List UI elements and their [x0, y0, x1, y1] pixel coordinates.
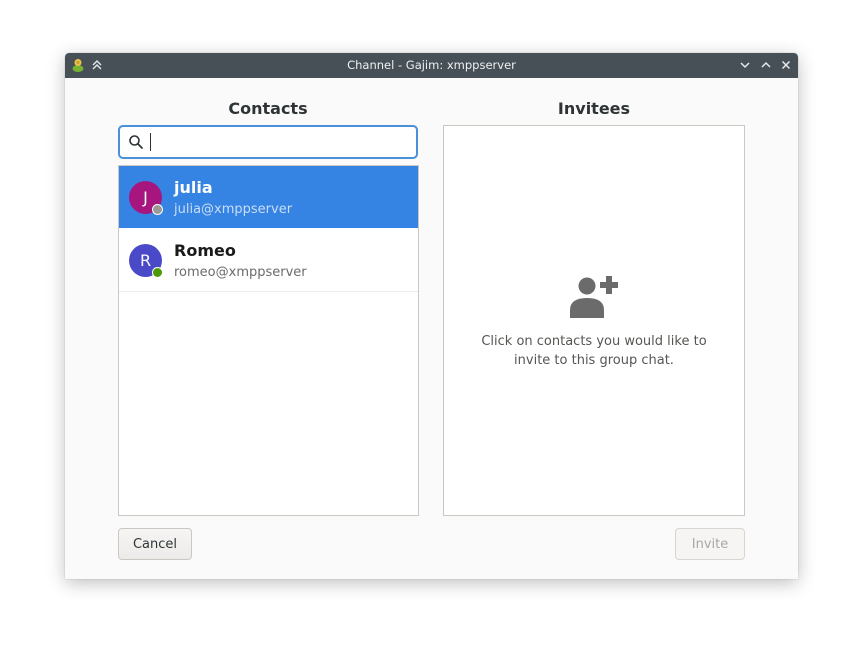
- contact-jid: romeo@xmppserver: [174, 265, 307, 280]
- contact-name: julia: [174, 178, 213, 197]
- add-user-icon: [568, 274, 620, 322]
- contact-search-field[interactable]: [118, 125, 418, 159]
- invite-button[interactable]: Invite: [675, 528, 745, 560]
- contact-name: Romeo: [174, 241, 236, 260]
- search-icon: [129, 135, 143, 149]
- contact-jid: julia@xmppserver: [174, 202, 293, 217]
- title-bar[interactable]: Channel - Gajim: xmppserver: [65, 53, 798, 78]
- search-input[interactable]: [152, 130, 406, 154]
- maximize-icon[interactable]: [758, 57, 774, 73]
- contact-row-julia[interactable]: J julia julia@xmppserver: [119, 166, 418, 228]
- cancel-button[interactable]: Cancel: [118, 528, 192, 560]
- contact-row-romeo[interactable]: R Romeo romeo@xmppserver: [119, 229, 418, 292]
- status-indicator: [152, 204, 163, 215]
- status-indicator: [152, 267, 163, 278]
- window-title: Channel - Gajim: xmppserver: [347, 58, 516, 72]
- invitees-empty-hint: Click on contacts you would like to invi…: [481, 334, 707, 368]
- text-cursor: [150, 133, 151, 151]
- invitees-heading: Invitees: [557, 99, 631, 118]
- minimize-icon[interactable]: [737, 57, 753, 73]
- contacts-heading: Contacts: [228, 99, 308, 118]
- invitees-list[interactable]: Click on contacts you would like to invi…: [443, 125, 745, 516]
- contacts-list[interactable]: J julia julia@xmppserver R Romeo romeo@x…: [118, 165, 419, 516]
- close-icon[interactable]: [778, 57, 794, 73]
